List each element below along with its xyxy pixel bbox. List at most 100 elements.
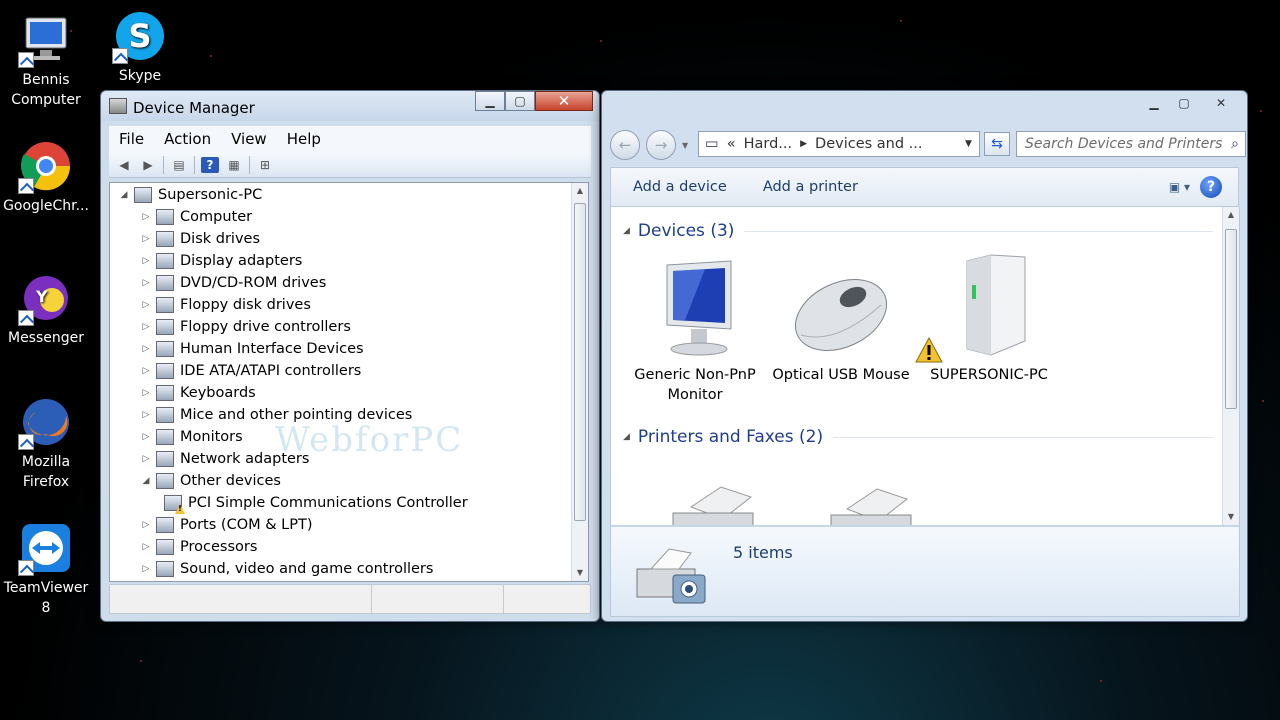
vertical-scrollbar[interactable]: ▲ ▼ — [571, 183, 588, 581]
desktop-icon-messenger[interactable]: Y Messenger — [0, 270, 92, 348]
tree-item[interactable]: ▷ Disk drives — [140, 228, 260, 250]
group-header-devices[interactable]: ◢ Devices (3) — [623, 221, 1213, 241]
breadcrumb-devices[interactable]: Devices and ... — [815, 136, 922, 152]
search-input[interactable]: Search Devices and Printers ⌕ — [1016, 131, 1246, 157]
menu-view[interactable]: View — [221, 130, 277, 148]
add-device-button[interactable]: Add a device — [611, 179, 749, 195]
expand-arrow-icon[interactable]: ▷ — [140, 542, 152, 552]
menu-action[interactable]: Action — [154, 130, 221, 148]
device-printer-1[interactable] — [641, 477, 781, 525]
device-manager-window[interactable]: Device Manager ▁ ▢ ✕ File Action View He… — [100, 90, 600, 622]
scroll-up-icon[interactable]: ▲ — [572, 183, 588, 199]
desktop-icon-firefox[interactable]: Mozilla Firefox — [0, 394, 92, 492]
breadcrumb-arrow-icon[interactable]: ▶ — [800, 139, 807, 149]
tree-item[interactable]: ▷ Floppy drive controllers — [140, 316, 351, 338]
scroll-thumb[interactable] — [574, 203, 586, 521]
scroll-down-icon[interactable]: ▼ — [572, 565, 588, 581]
back-button[interactable]: ← — [610, 130, 640, 160]
expand-arrow-icon[interactable]: ▷ — [140, 300, 152, 310]
tree-item-pci-controller[interactable]: PCI Simple Communications Controller — [164, 492, 468, 514]
desktop-icon-computer[interactable]: Bennis Computer — [0, 12, 92, 110]
device-manager-icon — [109, 98, 127, 114]
address-bar[interactable]: ▭ « Hard... ▶ Devices and ... ▼ — [698, 131, 980, 157]
group-header-printers[interactable]: ◢ Printers and Faxes (2) — [623, 427, 1213, 447]
tree-item[interactable]: ▷ Computer — [140, 206, 252, 228]
breadcrumb-hardware[interactable]: Hard... — [744, 136, 793, 152]
minimize-button[interactable]: ▁ — [475, 91, 505, 111]
collapse-arrow-icon[interactable]: ◢ — [623, 226, 630, 236]
breadcrumb-overflow[interactable]: « — [727, 136, 736, 152]
expand-arrow-icon[interactable]: ▷ — [140, 520, 152, 530]
recent-pages-icon[interactable]: ▼ — [682, 141, 688, 150]
tree-item[interactable]: ▷ Ports (COM & LPT) — [140, 514, 312, 536]
add-printer-button[interactable]: Add a printer — [749, 179, 880, 195]
minimize-button[interactable]: ▁ — [1139, 93, 1169, 113]
tree-root[interactable]: ◢ Supersonic-PC — [118, 184, 262, 206]
device-mouse[interactable]: Optical USB Mouse — [771, 245, 911, 385]
menu-help[interactable]: Help — [277, 130, 331, 148]
forward-arrow-icon[interactable]: ▶ — [139, 157, 157, 173]
search-icon[interactable]: ⌕ — [1231, 136, 1239, 152]
title-bar[interactable]: Device Manager ▁ ▢ ✕ — [101, 91, 599, 121]
expand-arrow-icon[interactable]: ▷ — [140, 278, 152, 288]
scroll-up-icon[interactable]: ▲ — [1223, 207, 1239, 223]
device-category-icon — [156, 429, 174, 445]
expand-arrow-icon[interactable]: ▷ — [140, 432, 152, 442]
show-hide-icon[interactable]: ▦ — [225, 157, 243, 173]
expand-arrow-icon[interactable]: ▷ — [140, 410, 152, 420]
desktop-icon-chrome[interactable]: GoogleChr... — [0, 138, 92, 216]
expand-arrow-icon[interactable]: ▷ — [140, 234, 152, 244]
desktop-icon-skype[interactable]: S Skype — [94, 8, 186, 86]
devices-printers-window[interactable]: ▁ ▢ ✕ ← → ▼ ▭ « Hard... ▶ Devices and ..… — [601, 90, 1248, 622]
dropdown-arrow-icon[interactable]: ▼ — [965, 139, 979, 149]
vertical-scrollbar[interactable]: ▲ ▼ — [1222, 207, 1239, 525]
expand-arrow-icon[interactable]: ▷ — [140, 212, 152, 222]
scan-hardware-icon[interactable]: ⊞ — [256, 157, 274, 173]
desktop-icon-teamviewer[interactable]: TeamViewer 8 — [0, 520, 92, 618]
tree-item[interactable]: ◢ Other devices — [140, 470, 281, 492]
expand-arrow-icon[interactable]: ▷ — [140, 564, 152, 574]
tree-item[interactable]: ▷ Sound, video and game controllers — [140, 558, 433, 580]
collapse-arrow-icon[interactable]: ◢ — [623, 432, 630, 442]
close-button[interactable]: ✕ — [1199, 93, 1243, 113]
expand-arrow-icon[interactable]: ▷ — [140, 388, 152, 398]
expand-arrow-icon[interactable]: ▷ — [140, 454, 152, 464]
tree-item[interactable]: ▷ DVD/CD-ROM drives — [140, 272, 326, 294]
close-button[interactable]: ✕ — [535, 91, 593, 111]
tree-item[interactable]: ▷ Monitors — [140, 426, 243, 448]
device-monitor[interactable]: Generic Non-PnP Monitor — [625, 245, 765, 405]
chrome-icon — [18, 138, 74, 194]
tree-item[interactable]: ▷ Floppy disk drives — [140, 294, 311, 316]
maximize-button[interactable]: ▢ — [505, 91, 535, 111]
refresh-button[interactable]: ⇆ — [984, 132, 1010, 156]
tree-item[interactable]: ▷ IDE ATA/ATAPI controllers — [140, 360, 361, 382]
tree-item[interactable]: ▷ Processors — [140, 536, 257, 558]
help-icon[interactable]: ? — [201, 156, 219, 173]
svg-text:Y: Y — [35, 287, 48, 306]
forward-button[interactable]: → — [646, 130, 676, 160]
menu-file[interactable]: File — [109, 130, 154, 148]
change-view-icon[interactable]: ▣ ▾ — [1169, 180, 1190, 194]
tree-item[interactable]: ▷ Keyboards — [140, 382, 256, 404]
tree-item[interactable]: ▷ Human Interface Devices — [140, 338, 364, 360]
help-icon[interactable]: ? — [1200, 176, 1222, 198]
devices-printers-icon — [636, 548, 706, 604]
properties-icon[interactable]: ▤ — [170, 157, 188, 173]
scroll-thumb[interactable] — [1225, 229, 1237, 409]
expand-arrow-icon[interactable]: ▷ — [140, 322, 152, 332]
device-printer-2[interactable] — [801, 477, 941, 525]
expand-arrow-icon[interactable]: ▷ — [140, 256, 152, 266]
device-label: Optical USB Mouse — [772, 367, 910, 383]
expand-arrow-icon[interactable]: ▷ — [140, 344, 152, 354]
collapse-arrow-icon[interactable]: ◢ — [140, 476, 152, 486]
expand-arrow-icon[interactable]: ▷ — [140, 366, 152, 376]
device-supersonic-pc[interactable]: SUPERSONIC-PC — [915, 245, 1059, 385]
scroll-down-icon[interactable]: ▼ — [1223, 509, 1239, 525]
printer-icon — [672, 486, 754, 525]
maximize-button[interactable]: ▢ — [1169, 93, 1199, 113]
status-pane — [504, 585, 590, 613]
back-arrow-icon[interactable]: ◀ — [115, 157, 133, 173]
collapse-arrow-icon[interactable]: ◢ — [118, 190, 130, 200]
tree-item[interactable]: ▷ Display adapters — [140, 250, 302, 272]
device-tree[interactable]: ◢ Supersonic-PC ▷ Computer ▷ Disk drives ▷ Di… — [109, 182, 589, 582]
